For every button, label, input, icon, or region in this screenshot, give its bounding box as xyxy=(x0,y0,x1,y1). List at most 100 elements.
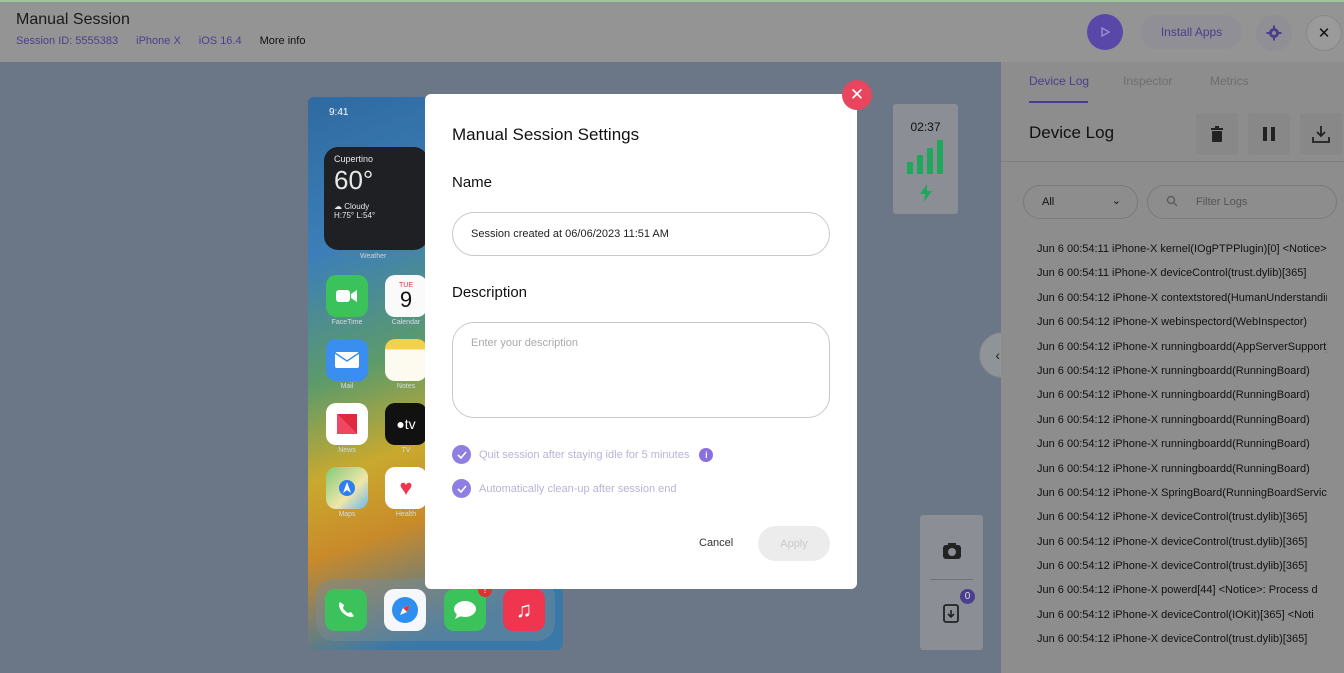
log-line: Jun 6 00:54:12 iPhone-X deviceControl(IO… xyxy=(1037,608,1314,621)
calendar-app-icon[interactable]: TUE 9 xyxy=(385,275,427,317)
top-bar: Manual Session Session ID: 5555383 iPhon… xyxy=(0,0,1344,62)
tab-inspector[interactable]: Inspector xyxy=(1123,74,1172,88)
settings-button[interactable] xyxy=(1256,15,1292,51)
download-logs-button[interactable] xyxy=(1300,113,1342,155)
log-line: Jun 6 00:54:12 iPhone-X powerd[44] <Noti… xyxy=(1037,584,1318,597)
status-time: 9:41 xyxy=(329,107,349,118)
music-app-icon[interactable]: ♫ xyxy=(503,589,545,631)
filter-placeholder: Filter Logs xyxy=(1196,196,1248,208)
app-label-notes: Notes xyxy=(396,383,416,390)
log-level-select[interactable]: All ⌄ xyxy=(1023,185,1138,219)
apply-button[interactable]: Apply xyxy=(758,526,830,561)
weather-condition: ☁ Cloudy xyxy=(334,202,370,211)
modal-title: Manual Session Settings xyxy=(452,125,640,144)
description-textarea[interactable]: Enter your description xyxy=(452,322,830,418)
trash-icon xyxy=(1211,126,1223,142)
facetime-app-icon[interactable] xyxy=(326,275,368,317)
session-id: Session ID: 5555383 xyxy=(16,35,119,47)
notes-app-icon[interactable] xyxy=(385,339,427,381)
play-button[interactable] xyxy=(1087,14,1123,50)
mail-app-icon[interactable] xyxy=(326,339,368,381)
cleanup-option[interactable]: Automatically clean-up after session end xyxy=(452,479,677,498)
log-line: Jun 6 00:54:12 iPhone-X deviceControl(tr… xyxy=(1037,535,1308,548)
app-label-facetime: FaceTime xyxy=(331,319,363,326)
download-icon xyxy=(1312,126,1330,143)
check-icon xyxy=(456,484,467,493)
page-title: Manual Session xyxy=(16,11,130,28)
check-icon xyxy=(456,450,467,459)
heart-icon: ♥ xyxy=(399,475,413,500)
screenshot-count-badge: 0 xyxy=(960,589,975,604)
close-icon: ✕ xyxy=(1317,25,1331,42)
active-tab-indicator xyxy=(1029,101,1088,103)
tv-app-icon[interactable]: ●tv xyxy=(385,403,427,445)
log-line: Jun 6 00:54:12 iPhone-X runningboardd(Ap… xyxy=(1037,340,1327,353)
filter-logs-input[interactable]: Filter Logs xyxy=(1147,185,1337,219)
clear-logs-button[interactable] xyxy=(1196,113,1238,155)
tab-device-log[interactable]: Device Log xyxy=(1029,74,1089,88)
log-level-value: All xyxy=(1042,196,1055,208)
name-label: Name xyxy=(452,174,493,191)
play-icon xyxy=(1101,26,1111,38)
log-line: Jun 6 00:54:12 iPhone-X webinspectord(We… xyxy=(1037,316,1308,329)
app-label-calendar: Calendar xyxy=(391,319,421,326)
description-label: Description xyxy=(452,284,528,301)
screenshot-camera-icon[interactable] xyxy=(942,542,962,560)
log-line: Jun 6 00:54:12 iPhone-X deviceControl(tr… xyxy=(1037,633,1308,646)
log-line: Jun 6 00:54:12 iPhone-X deviceControl(tr… xyxy=(1037,560,1308,573)
cleanup-checkbox[interactable] xyxy=(452,479,471,498)
tab-metrics[interactable]: Metrics xyxy=(1210,74,1249,88)
log-line: Jun 6 00:54:11 iPhone-X kernel(IOgPTPPlu… xyxy=(1037,243,1327,255)
maps-app-icon[interactable] xyxy=(326,467,368,509)
device-name: iPhone X xyxy=(136,35,181,47)
pause-logs-button[interactable] xyxy=(1248,113,1290,155)
log-line: Jun 6 00:54:12 iPhone-X runningboardd(Ru… xyxy=(1037,462,1310,475)
log-line: Jun 6 00:54:12 iPhone-X runningboardd(Ru… xyxy=(1037,413,1310,426)
install-apps-button[interactable]: Install Apps xyxy=(1141,15,1242,49)
idle-quit-option[interactable]: Quit session after staying idle for 5 mi… xyxy=(452,445,714,464)
close-icon: ✕ xyxy=(849,85,865,104)
more-info-link[interactable]: More info xyxy=(260,35,306,47)
weather-city: Cupertino xyxy=(334,154,374,164)
app-label-news: News xyxy=(338,447,356,454)
cancel-button[interactable]: Cancel xyxy=(699,537,733,549)
app-label-health: Health xyxy=(395,511,417,518)
weather-temp: 60° xyxy=(334,165,374,195)
info-icon[interactable]: i xyxy=(699,447,714,462)
log-line: Jun 6 00:54:12 iPhone-X runningboardd(Ru… xyxy=(1037,389,1310,402)
phone-app-icon[interactable] xyxy=(325,589,367,631)
log-line: Jun 6 00:54:11 iPhone-X deviceControl(tr… xyxy=(1037,267,1307,280)
screenshots-download-icon[interactable] xyxy=(942,602,962,624)
tool-divider xyxy=(930,579,973,580)
session-timer: 02:37 xyxy=(910,120,941,134)
idle-quit-checkbox[interactable] xyxy=(452,445,471,464)
app-label-maps: Maps xyxy=(338,511,356,518)
battery-charging-icon xyxy=(920,184,932,202)
safari-app-icon[interactable] xyxy=(384,589,426,631)
panel-divider xyxy=(1001,161,1344,162)
signal-strength-icon xyxy=(907,140,943,174)
gear-icon xyxy=(1266,25,1282,41)
modal-close-button[interactable]: ✕ xyxy=(842,80,872,110)
health-app-icon[interactable]: ♥ xyxy=(385,467,427,509)
session-name-input[interactable]: Session created at 06/06/2023 11:51 AM xyxy=(452,212,830,256)
panel-heading: Device Log xyxy=(1029,123,1115,142)
cleanup-label: Automatically clean-up after session end xyxy=(479,482,677,495)
calendar-date: 9 xyxy=(399,286,413,312)
log-line: Jun 6 00:54:12 iPhone-X contextstored(Hu… xyxy=(1037,291,1327,304)
session-timer-panel: 02:37 xyxy=(893,104,958,214)
log-line: Jun 6 00:54:12 iPhone-X deviceControl(tr… xyxy=(1037,511,1308,524)
log-line: Jun 6 00:54:12 iPhone-X runningboardd(Ru… xyxy=(1037,364,1310,377)
weather-widget[interactable]: Cupertino 60° ☁ Cloudy H:75° L:54° xyxy=(324,147,428,250)
idle-quit-label: Quit session after staying idle for 5 mi… xyxy=(479,448,690,461)
search-icon xyxy=(1166,195,1178,207)
apple-tv-icon: ●tv xyxy=(396,416,416,432)
device-log-panel: Device Log Inspector Metrics Device Log … xyxy=(1001,62,1344,673)
news-app-icon[interactable] xyxy=(326,403,368,445)
close-session-button[interactable]: ✕ xyxy=(1306,15,1342,51)
cloud-icon: ☁ xyxy=(334,202,342,211)
app-label-mail: Mail xyxy=(340,383,354,390)
music-note-icon: ♫ xyxy=(515,597,533,622)
side-tools: 0 xyxy=(920,515,983,650)
description-placeholder: Enter your description xyxy=(471,337,578,349)
